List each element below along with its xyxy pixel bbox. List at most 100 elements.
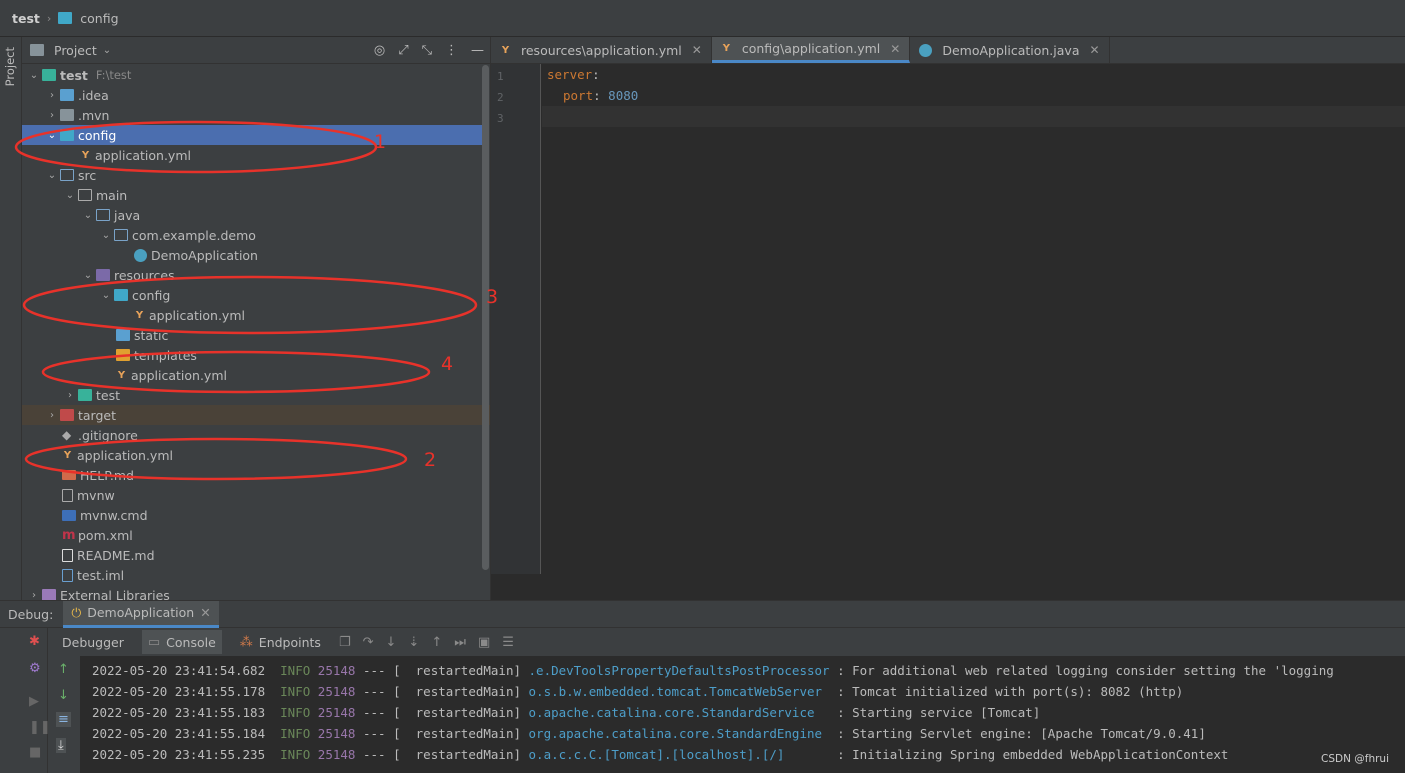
up-arrow-icon[interactable]: ↑: [58, 662, 69, 677]
project-view-selector[interactable]: Project: [54, 43, 97, 58]
tree-item-java[interactable]: ⌄ java: [22, 205, 482, 225]
tree-item-idea[interactable]: › .idea: [22, 85, 482, 105]
tree-item-target[interactable]: › target: [22, 405, 490, 425]
stop-icon[interactable]: ■: [29, 745, 41, 760]
project-stripe-button[interactable]: Project: [3, 47, 17, 86]
step-into-icon[interactable]: ↓: [386, 635, 397, 650]
run-to-cursor-icon[interactable]: ⏭: [454, 635, 466, 650]
tree-item-mvnw[interactable]: mvnw: [22, 485, 482, 505]
tree-item-test-root[interactable]: ⌄ test F:\test: [22, 65, 482, 85]
bug-icon[interactable]: ✱: [29, 634, 40, 649]
tree-item-resources[interactable]: ⌄ resources: [22, 265, 482, 285]
chevron-down-icon[interactable]: ⌄: [98, 230, 114, 241]
chevron-down-icon[interactable]: ⌄: [44, 170, 60, 181]
log-timestamp: 2022-05-20 23:41:55.235: [92, 747, 266, 762]
log-line: 2022-05-20 23:41:55.235 INFO 25148 --- […: [92, 747, 1228, 762]
tree-item-mvn[interactable]: › .mvn: [22, 105, 482, 125]
breadcrumb-folder[interactable]: config: [80, 11, 118, 26]
tree-item-mvnw-cmd[interactable]: mvnw.cmd: [22, 505, 482, 525]
force-step-into-icon[interactable]: ⇣: [408, 635, 419, 650]
tree-item-application-yml[interactable]: Yapplication.yml: [22, 145, 482, 165]
project-scrollbar[interactable]: [482, 65, 489, 570]
tree-item-static[interactable]: static: [22, 325, 482, 345]
chevron-down-icon[interactable]: ⌄: [98, 290, 114, 301]
tree-item-test-folder[interactable]: › test: [22, 385, 482, 405]
locate-icon[interactable]: ◎: [374, 43, 385, 58]
breadcrumb-project[interactable]: test: [12, 11, 40, 26]
restore-layout-icon[interactable]: ❐: [339, 635, 351, 650]
tab-config-application-yml[interactable]: Y config\application.yml ✕: [711, 37, 911, 63]
tab-demoapplication-java[interactable]: DemoApplication.java ✕: [910, 37, 1110, 63]
package-icon: [114, 229, 128, 241]
tree-item-main[interactable]: ⌄ main: [22, 185, 482, 205]
options-icon[interactable]: ⋮: [445, 43, 458, 58]
log-class[interactable]: o.a.c.c.C.[Tomcat].[localhost].[/]: [529, 747, 830, 762]
chevron-right-icon[interactable]: ›: [44, 410, 60, 421]
debug-run-tab[interactable]: ⏻ DemoApplication ✕: [63, 600, 219, 628]
close-icon[interactable]: ✕: [1089, 43, 1099, 57]
tree-item-readme[interactable]: README.md: [22, 545, 482, 565]
annotation-number: 3: [486, 286, 499, 308]
line-gutter: 1 2 3: [491, 64, 541, 574]
git-file-icon: ◆: [62, 428, 72, 442]
expand-all-icon[interactable]: ⤢: [398, 43, 408, 58]
step-over-icon[interactable]: ↷: [363, 635, 374, 650]
tab-endpoints[interactable]: ⁂ Endpoints: [234, 630, 327, 654]
close-icon[interactable]: ✕: [890, 42, 900, 56]
tree-item-resources-config-yml[interactable]: Yapplication.yml: [22, 305, 482, 325]
log-class[interactable]: org.apache.catalina.core.StandardEngine: [529, 726, 830, 741]
tab-console[interactable]: ▭ Console: [141, 630, 222, 654]
tree-item-help-md[interactable]: HELP.md: [22, 465, 482, 485]
tree-item-pom-xml[interactable]: m pom.xml: [22, 525, 482, 545]
chevron-right-icon[interactable]: ›: [44, 110, 60, 121]
hide-icon[interactable]: —: [471, 43, 484, 58]
resume-icon[interactable]: ▶: [29, 694, 39, 709]
tree-item-package[interactable]: ⌄ com.example.demo: [22, 225, 482, 245]
annotation-number: 1: [374, 131, 387, 153]
line-number: 1: [497, 70, 504, 83]
evaluate-icon[interactable]: ▣: [478, 635, 490, 650]
tree-item-label: application.yml: [77, 447, 173, 463]
chevron-down-icon[interactable]: ⌄: [44, 130, 60, 141]
chevron-right-icon[interactable]: ›: [62, 390, 78, 401]
log-class[interactable]: o.apache.catalina.core.StandardService: [529, 705, 830, 720]
tree-item-resources-config[interactable]: ⌄ config: [22, 285, 482, 305]
log-line: 2022-05-20 23:41:55.183 INFO 25148 --- […: [92, 705, 1040, 720]
chevron-down-icon[interactable]: ⌄: [26, 70, 42, 81]
project-panel-header: Project ⌄ ◎ ⤢ ⤡ ⋮ —: [22, 37, 490, 64]
code-line-1[interactable]: server:: [547, 67, 600, 82]
tree-item-demoapplication[interactable]: DemoApplication: [22, 245, 482, 265]
chevron-down-icon[interactable]: ⌄: [80, 210, 96, 221]
yaml-file-icon: Y: [81, 149, 90, 161]
tree-item-config[interactable]: ⌄ config: [22, 125, 482, 145]
soft-wrap-icon[interactable]: ≡: [56, 712, 71, 727]
trace-icon[interactable]: ☰: [502, 635, 514, 650]
yaml-colon: :: [593, 88, 609, 103]
tree-item-gitignore[interactable]: ◆ .gitignore: [22, 425, 482, 445]
collapse-all-icon[interactable]: ⤡: [422, 43, 432, 58]
close-icon[interactable]: ✕: [200, 605, 210, 620]
tree-item-templates[interactable]: templates: [22, 345, 482, 365]
chevron-down-icon[interactable]: ⌄: [103, 45, 111, 56]
settings-icon[interactable]: ⚙: [29, 661, 41, 676]
chevron-down-icon[interactable]: ⌄: [62, 190, 78, 201]
tab-resources-application-yml[interactable]: Y resources\application.yml ✕: [491, 37, 712, 63]
tab-debugger[interactable]: Debugger: [56, 630, 130, 654]
chevron-down-icon[interactable]: ⌄: [80, 270, 96, 281]
code-line-2[interactable]: port: 8080: [563, 88, 638, 103]
log-class[interactable]: .e.DevToolsPropertyDefaultsPostProcessor: [529, 663, 830, 678]
log-class[interactable]: o.s.b.w.embedded.tomcat.TomcatWebServer: [529, 684, 830, 699]
tree-item-root-yml[interactable]: Yapplication.yml: [22, 445, 482, 465]
close-icon[interactable]: ✕: [692, 43, 702, 57]
step-out-icon[interactable]: ↑: [431, 635, 442, 650]
tree-item-test-iml[interactable]: test.iml: [22, 565, 482, 585]
down-arrow-icon[interactable]: ↓: [58, 688, 69, 703]
tree-item-src[interactable]: ⌄ src: [22, 165, 482, 185]
tree-item-label: .gitignore: [78, 427, 138, 443]
chevron-right-icon[interactable]: ›: [44, 90, 60, 101]
chevron-right-icon[interactable]: ›: [26, 590, 42, 601]
console-output[interactable]: 2022-05-20 23:41:54.682 INFO 25148 --- […: [80, 656, 1405, 773]
tree-item-resources-yml[interactable]: Yapplication.yml: [22, 365, 482, 385]
scroll-to-end-icon[interactable]: ⤓: [56, 738, 66, 753]
tree-item-label: README.md: [77, 547, 155, 563]
